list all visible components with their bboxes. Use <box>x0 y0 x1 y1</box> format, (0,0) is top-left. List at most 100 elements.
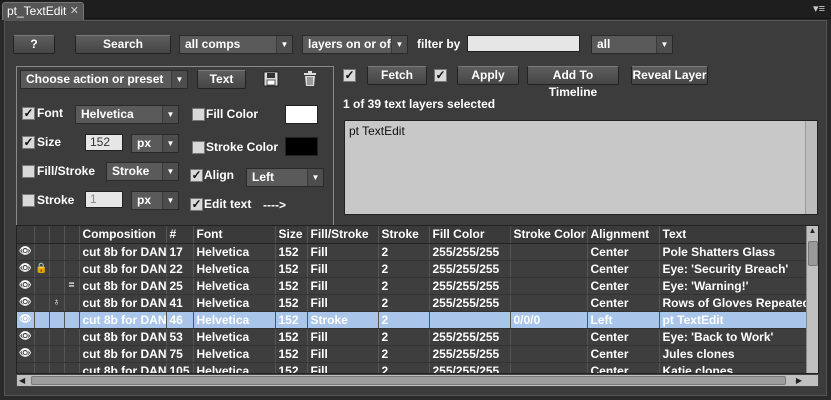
lock-icon-cell[interactable] <box>34 328 50 346</box>
shy-icon-cell[interactable] <box>64 345 80 363</box>
col-stroke[interactable]: Stroke <box>378 226 430 244</box>
reveal-layer-button[interactable]: Reveal Layer <box>631 66 708 85</box>
vertical-scroll-thumb[interactable] <box>808 241 818 266</box>
table-row[interactable]: 👁 ♁ cut 8b for DAN 41 Helvetica 152 Fill 2 255/2… <box>17 294 807 312</box>
table-row[interactable]: 👁 = cut 8b for DAN 25 Helvetica 152 Fill 2 255/2… <box>17 277 807 295</box>
eye-icon-cell[interactable]: 👁 <box>17 260 35 278</box>
align-checkbox[interactable]: ✓ <box>190 169 203 182</box>
font-dropdown[interactable]: Helvetica ▼ <box>75 105 179 124</box>
col-font[interactable]: Font <box>193 226 276 244</box>
lock-icon-cell[interactable] <box>34 311 50 329</box>
solo-icon-cell[interactable] <box>49 362 65 373</box>
shy-icon-cell[interactable] <box>64 294 80 312</box>
action-preset-dropdown[interactable]: Choose action or preset ▼ <box>20 70 188 89</box>
layers-dropdown[interactable]: layers on or off ▼ <box>302 35 408 54</box>
floppy-disk-icon[interactable] <box>263 71 279 87</box>
text-button[interactable]: Text <box>197 70 246 89</box>
eye-icon-cell[interactable]: 👁 <box>17 328 35 346</box>
lock-icon-cell[interactable]: 🔒 <box>34 260 50 278</box>
text-edit-area[interactable]: pt TextEdit <box>344 120 818 215</box>
col-lock[interactable] <box>34 226 50 244</box>
trash-icon[interactable] <box>303 71 319 87</box>
col-composition[interactable]: Composition <box>79 226 167 244</box>
table-row[interactable]: cut 8b for DAN 105 Helvetica 152 Fill 2 255/25… <box>17 362 807 373</box>
fill-stroke-checkbox[interactable] <box>22 165 35 178</box>
scroll-right-icon[interactable]: ▶ <box>796 375 802 386</box>
table-row[interactable]: 👁 cut 8b for DAN 75 Helvetica 152 Fill 2 255/25… <box>17 345 807 363</box>
fill-color-checkbox[interactable] <box>192 108 205 121</box>
lock-icon-cell[interactable] <box>34 362 50 373</box>
eye-icon-cell[interactable] <box>17 362 35 373</box>
eye-icon-cell[interactable]: 👁 <box>17 294 35 312</box>
eye-icon-cell[interactable]: 👁 <box>17 243 35 261</box>
solo-icon-cell[interactable] <box>49 328 65 346</box>
apply-checkbox[interactable]: ✓ <box>434 69 447 82</box>
textarea-scrollbar[interactable] <box>805 121 817 214</box>
comps-dropdown[interactable]: all comps ▼ <box>179 35 293 54</box>
text-edit-content: pt TextEdit <box>349 124 405 138</box>
col-shy[interactable] <box>64 226 80 244</box>
lock-icon-cell[interactable] <box>34 243 50 261</box>
col-eye[interactable] <box>17 226 35 244</box>
stroke-color-checkbox[interactable] <box>192 141 205 154</box>
shy-icon-cell[interactable] <box>64 328 80 346</box>
eye-icon-cell[interactable]: 👁 <box>17 311 35 329</box>
lock-icon-cell[interactable] <box>34 345 50 363</box>
table-row[interactable]: 👁 cut 8b for DAN 17 Helvetica 152 Fill 2 255/25… <box>17 243 807 261</box>
stroke-checkbox[interactable] <box>22 194 35 207</box>
shy-icon-cell[interactable] <box>64 243 80 261</box>
col-size[interactable]: Size <box>275 226 308 244</box>
table-horizontal-scrollbar[interactable]: ◀ ▶ <box>16 374 819 387</box>
horizontal-scroll-thumb[interactable] <box>31 376 786 385</box>
fill-color-swatch[interactable] <box>285 105 318 124</box>
solo-icon-cell[interactable] <box>49 277 65 295</box>
solo-icon-cell[interactable]: ♁ <box>49 294 65 312</box>
eye-icon-cell[interactable]: 👁 <box>17 277 35 295</box>
panel-menu-icon[interactable]: ▾≡ <box>813 2 825 15</box>
table-row[interactable]: 👁 🔒 cut 8b for DAN 22 Helvetica 152 Fill 2 255/2… <box>17 260 807 278</box>
col-text[interactable]: Text <box>659 226 807 244</box>
search-button[interactable]: Search <box>75 35 171 54</box>
col-alignment[interactable]: Alignment <box>587 226 660 244</box>
fetch-checkbox[interactable]: ✓ <box>343 69 356 82</box>
close-icon[interactable]: ✕ <box>70 4 79 17</box>
apply-button[interactable]: Apply <box>457 66 519 85</box>
shy-icon-cell[interactable]: = <box>64 277 80 295</box>
help-button[interactable]: ? <box>13 35 55 54</box>
size-input[interactable]: 152 <box>85 134 123 151</box>
font-checkbox[interactable]: ✓ <box>22 107 35 120</box>
stroke-color-swatch[interactable] <box>285 137 318 156</box>
shy-icon-cell[interactable] <box>64 260 80 278</box>
add-to-timeline-button[interactable]: Add To Timeline <box>527 66 619 99</box>
tab-pt-textedit[interactable]: pt_TextEdit ✕ <box>2 2 84 20</box>
col-number[interactable]: # <box>166 226 194 244</box>
scroll-left-icon[interactable]: ◀ <box>19 375 25 386</box>
scroll-up-icon[interactable]: ▲ <box>807 226 818 239</box>
table-vertical-scrollbar[interactable]: ▲ <box>806 226 818 373</box>
size-checkbox[interactable]: ✓ <box>22 136 35 149</box>
table-row[interactable]: 👁 cut 8b for DAN 46 Helvetica 152 Stroke 2 0/0/… <box>17 311 807 329</box>
col-fill-stroke[interactable]: Fill/Stroke <box>307 226 379 244</box>
fetch-button[interactable]: Fetch <box>367 66 427 85</box>
solo-icon-cell[interactable] <box>49 345 65 363</box>
filter-input[interactable] <box>467 35 580 52</box>
align-dropdown[interactable]: Left ▼ <box>246 168 324 187</box>
shy-icon-cell[interactable] <box>64 311 80 329</box>
solo-icon-cell[interactable] <box>49 311 65 329</box>
filter-scope-dropdown[interactable]: all ▼ <box>591 35 673 54</box>
col-stroke-color[interactable]: Stroke Color <box>510 226 588 244</box>
eye-icon-cell[interactable]: 👁 <box>17 345 35 363</box>
col-fill-color[interactable]: Fill Color <box>429 226 511 244</box>
table-row[interactable]: 👁 cut 8b for DAN 53 Helvetica 152 Fill 2 255/25… <box>17 328 807 346</box>
lock-icon-cell[interactable] <box>34 294 50 312</box>
size-unit-dropdown[interactable]: px ▼ <box>131 134 179 153</box>
col-solo[interactable] <box>49 226 65 244</box>
edit-text-checkbox[interactable]: ✓ <box>190 198 203 211</box>
solo-icon-cell[interactable] <box>49 260 65 278</box>
shy-icon-cell[interactable] <box>64 362 80 373</box>
stroke-unit-dropdown[interactable]: px ▼ <box>131 191 179 210</box>
stroke-width-input[interactable]: 1 <box>85 191 123 208</box>
fill-stroke-dropdown[interactable]: Stroke ▼ <box>106 162 179 181</box>
lock-icon-cell[interactable] <box>34 277 50 295</box>
solo-icon-cell[interactable] <box>49 243 65 261</box>
